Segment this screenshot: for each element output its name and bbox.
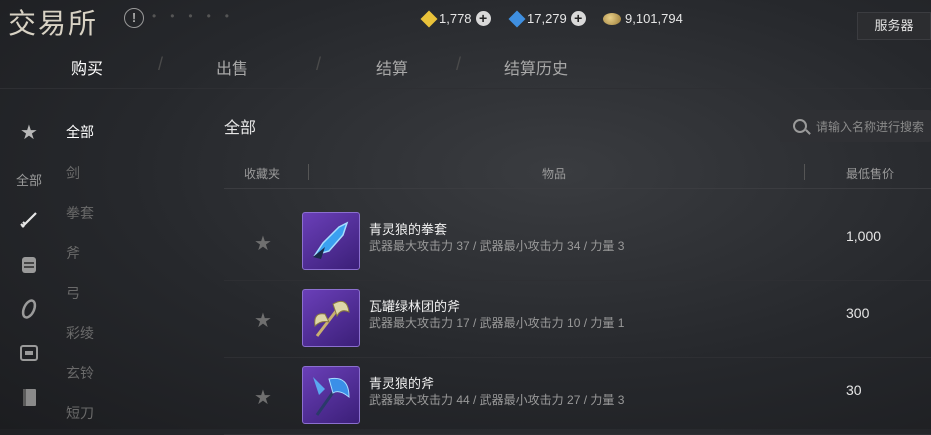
search-box <box>780 110 931 142</box>
book-icon[interactable] <box>18 386 40 408</box>
category-all[interactable]: 全部 <box>66 122 94 142</box>
item-axe-image <box>302 289 360 347</box>
tab-bar: 购买 / 出售 / 结算 / 结算历史 <box>0 40 931 90</box>
search-icon[interactable] <box>793 119 807 133</box>
tab-sell[interactable]: 出售 <box>216 55 248 79</box>
column-favorite[interactable]: 收藏夹 <box>244 165 280 182</box>
item-gauntlet-image <box>302 212 360 270</box>
item-stats: 武器最大攻击力 17 / 武器最小攻击力 10 / 力量 1 <box>369 316 625 330</box>
gauntlet-icon[interactable] <box>18 254 40 276</box>
item-axe-image <box>302 366 360 424</box>
category-gauntlet[interactable]: 拳套 <box>66 203 94 223</box>
favorite-star-icon[interactable]: ★ <box>254 231 272 256</box>
column-price[interactable]: 最低售价 <box>846 165 894 182</box>
item-price: 1,000 <box>846 228 882 244</box>
column-item[interactable]: 物品 <box>542 165 566 182</box>
item-price: 30 <box>846 382 862 398</box>
favorite-star-icon[interactable]: ★ <box>254 385 272 410</box>
currency-blue-gem: 17,279 + <box>508 10 586 27</box>
add-gold-gem-button[interactable]: + <box>475 11 491 26</box>
tab-separator: / <box>158 54 164 74</box>
coin-amount: 9,101,794 <box>625 11 683 26</box>
yellow-diamond-icon <box>420 10 438 27</box>
column-separator <box>308 164 309 180</box>
all-label[interactable]: 全部 <box>16 170 42 189</box>
favorite-star-icon[interactable]: ★ <box>254 308 272 333</box>
page-title: 全部 <box>224 120 257 137</box>
item-name: 青灵狼的斧 <box>369 376 435 391</box>
category-bell[interactable]: 玄铃 <box>66 363 94 383</box>
server-button[interactable]: 服务器 <box>857 12 931 40</box>
tab-separator: / <box>456 54 462 74</box>
category-ribbon[interactable]: 彩绫 <box>66 323 94 343</box>
category-bow[interactable]: 弓 <box>66 283 80 303</box>
tab-settlement[interactable]: 结算 <box>376 55 408 79</box>
item-stats: 武器最大攻击力 44 / 武器最小攻击力 27 / 力量 3 <box>369 393 625 407</box>
coin-stack-icon <box>603 12 621 25</box>
table-header: 收藏夹 物品 最低售价 <box>224 156 931 189</box>
category-dagger[interactable]: 短刀 <box>66 403 94 423</box>
table-row[interactable]: ★ 瓦罐绿林团的斧 武器最大攻击力 17 / 武器最小攻击力 10 / 力量 1… <box>224 283 931 358</box>
chest-icon[interactable] <box>18 342 40 364</box>
item-price: 300 <box>846 305 870 321</box>
column-separator <box>804 164 805 180</box>
blue-diamond-icon <box>508 10 526 27</box>
info-icon[interactable]: ! <box>124 8 144 28</box>
tab-divider <box>0 88 931 89</box>
star-icon[interactable]: ★ <box>18 122 40 144</box>
category-sword[interactable]: 剑 <box>66 163 80 183</box>
category-axe[interactable]: 斧 <box>66 243 80 263</box>
tab-buy[interactable]: 购买 <box>71 55 103 79</box>
table-row[interactable]: ★ 青灵狼的拳套 武器最大攻击力 37 / 武器最小攻击力 34 / 力量 3 … <box>224 206 931 281</box>
sword-icon[interactable] <box>18 210 40 232</box>
search-input[interactable] <box>814 117 931 137</box>
add-blue-gem-button[interactable]: + <box>570 11 586 26</box>
bracelet-icon[interactable] <box>18 298 40 320</box>
blue-gem-amount: 17,279 <box>527 11 567 26</box>
window-title: 交易所 <box>8 7 99 40</box>
tab-settlement-history[interactable]: 结算历史 <box>504 55 568 79</box>
currency-gold-gem: 1,778 + <box>420 10 491 27</box>
top-bar: 交易所 ! ••••• 1,778 + 17,279 + 9,101,794 服… <box>0 0 931 40</box>
item-stats: 武器最大攻击力 37 / 武器最小攻击力 34 / 力量 3 <box>369 239 625 253</box>
table-row[interactable]: ★ 青灵狼的斧 武器最大攻击力 44 / 武器最小攻击力 27 / 力量 3 3… <box>224 360 931 435</box>
gold-gem-amount: 1,778 <box>439 11 472 26</box>
item-name: 瓦罐绿林团的斧 <box>369 299 461 314</box>
item-name: 青灵狼的拳套 <box>369 222 448 237</box>
currency-coins: 9,101,794 <box>603 11 683 26</box>
tab-separator: / <box>316 54 322 74</box>
decorative-dots: ••••• <box>152 9 244 23</box>
